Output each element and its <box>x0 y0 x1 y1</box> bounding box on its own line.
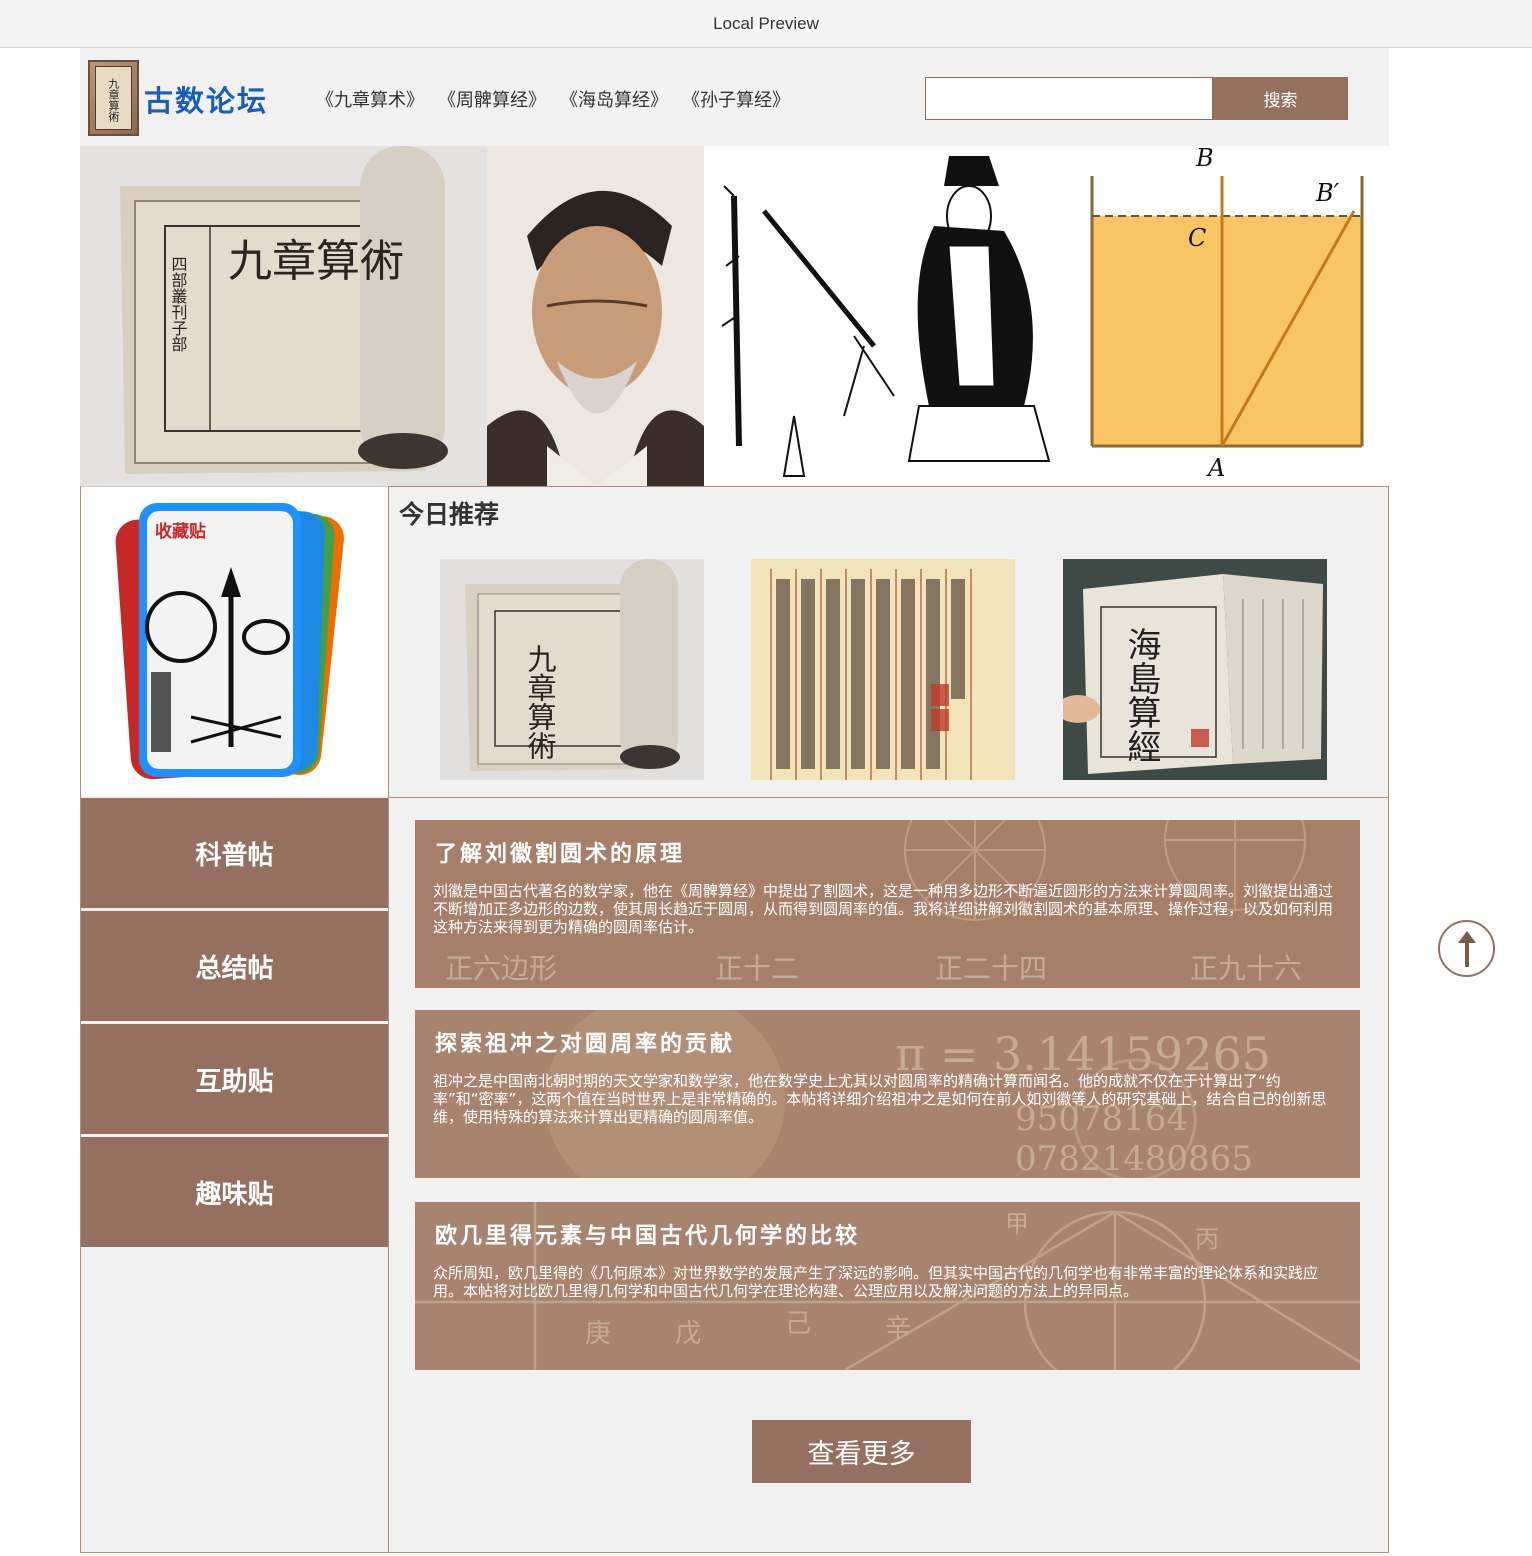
view-more-button[interactable]: 查看更多 <box>752 1420 971 1483</box>
recommend-book-jiuzhang[interactable]: 九章算術 <box>440 559 704 780</box>
arrow-up-icon <box>1457 930 1476 967</box>
favorites-card[interactable]: 收藏贴 <box>81 486 388 796</box>
post-bg-text-eu-2: 丙 <box>1195 1225 1219 1253</box>
recommend-book-haidao-title: 海島算經 <box>1121 627 1161 763</box>
search-input[interactable] <box>925 77 1213 120</box>
main-nav: 《九章算术》 《周髀算经》 《海岛算经》 《孙子算经》 <box>310 86 798 112</box>
banner-book-image: 九章算術 四部叢刊子部 <box>80 146 487 486</box>
category-science[interactable]: 科普帖 <box>81 798 388 908</box>
diagram-label-b-prime: B′ <box>1315 179 1340 207</box>
diagram-label-c: C <box>1188 224 1206 252</box>
back-to-top-button[interactable] <box>1438 920 1495 977</box>
post-bg-text-liuhui-4: 正九十六 <box>1190 952 1302 985</box>
post-excerpt: 祖冲之是中国南北朝时期的天文学家和数学家，他在数学史上尤其以对圆周率的精确计算而… <box>433 1072 1327 1126</box>
banner-sage-image <box>704 146 1084 486</box>
category-fun[interactable]: 趣味贴 <box>81 1137 388 1247</box>
post-bg-text-liuhui-2: 正十二 <box>715 952 799 985</box>
recommend-book-zhoubi[interactable] <box>751 559 1015 780</box>
post-card-euclid[interactable]: 甲 丙 庚 戊 己 辛 欧几里得元素与中国古代几何学的比较 众所周知，欧几里得的… <box>415 1202 1360 1370</box>
post-bg-text-eu-6: 辛 <box>885 1314 911 1344</box>
site-title[interactable]: 古数论坛 <box>144 78 268 120</box>
post-title[interactable]: 了解刘徽割圆术的原理 <box>435 836 685 868</box>
recommend-title: 今日推荐 <box>399 500 500 529</box>
diagram-label-a: A <box>1206 454 1225 482</box>
banner-book-title: 九章算術 <box>228 236 404 287</box>
category-help[interactable]: 互助贴 <box>81 1024 388 1134</box>
recommend-book-jiuzhang-title: 九章算術 <box>523 644 557 760</box>
page: 九章算術 古数论坛 《九章算术》 《周髀算经》 《海岛算经》 《孙子算经》 搜索… <box>80 48 1389 1553</box>
sidebar: 收藏贴 科普帖 总结帖 互助贴 趣味贴 <box>80 486 389 1553</box>
post-bg-text-eu-4: 戊 <box>675 1319 701 1349</box>
post-bg-text-liuhui-3: 正二十四 <box>935 952 1047 985</box>
nav-sunzi[interactable]: 《孙子算经》 <box>676 86 796 112</box>
nav-haidao[interactable]: 《海岛算经》 <box>554 86 674 112</box>
post-bg-text-eu-5: 己 <box>785 1309 811 1339</box>
logo-text: 九章算術 <box>107 78 120 122</box>
banner-portrait-image <box>487 146 704 486</box>
site-header: 九章算術 古数论坛 《九章算术》 《周髀算经》 《海岛算经》 《孙子算经》 搜索 <box>80 48 1389 146</box>
browser-title: Local Preview <box>713 13 819 33</box>
post-title[interactable]: 欧几里得元素与中国古代几何学的比较 <box>435 1218 860 1250</box>
post-card-liuhui[interactable]: 正六边形 正十二 正二十四 正九十六 了解刘徽割圆术的原理 刘徽是中国古代著名的… <box>415 820 1360 988</box>
nav-jiuzhang[interactable]: 《九章算术》 <box>310 86 430 112</box>
banner: 九章算術 四部叢刊子部 B B′ C A <box>80 146 1389 486</box>
banner-diagram-image: B B′ C A <box>1084 146 1389 486</box>
search-button[interactable]: 搜索 <box>1213 77 1348 120</box>
post-bg-text-zu-3: 07821480865 <box>1015 1139 1253 1178</box>
logo-image[interactable]: 九章算術 <box>88 60 139 136</box>
post-card-zuchongzhi[interactable]: π = 3.14159265 95078164 07821480865 探索祖冲… <box>415 1010 1360 1178</box>
post-bg-text-eu-1: 甲 <box>1005 1210 1029 1238</box>
favorites-card-label: 收藏贴 <box>155 522 206 542</box>
banner-book-side: 四部叢刊子部 <box>169 256 188 352</box>
post-title[interactable]: 探索祖冲之对圆周率的贡献 <box>435 1026 735 1058</box>
diagram-label-b: B <box>1195 146 1214 172</box>
post-bg-text-liuhui-1: 正六边形 <box>445 952 557 985</box>
category-summary[interactable]: 总结帖 <box>81 911 388 1021</box>
post-excerpt: 刘徽是中国古代著名的数学家，他在《周髀算经》中提出了割圆术，这是一种用多边形不断… <box>433 882 1334 936</box>
section-divider <box>389 797 1388 798</box>
browser-title-bar: Local Preview <box>0 0 1532 48</box>
post-bg-text-eu-3: 庚 <box>585 1319 611 1349</box>
main-content: 今日推荐 九章算術 海島算經 正六边形 正十二 正二十四 正九十六 了解刘徽割圆… <box>388 486 1389 1553</box>
recommend-book-haidao[interactable]: 海島算經 <box>1063 559 1327 780</box>
post-excerpt: 众所周知，欧几里得的《几何原本》对世界数学的发展产生了深远的影响。但其实中国古代… <box>433 1264 1319 1300</box>
nav-zhoubi[interactable]: 《周髀算经》 <box>432 86 552 112</box>
